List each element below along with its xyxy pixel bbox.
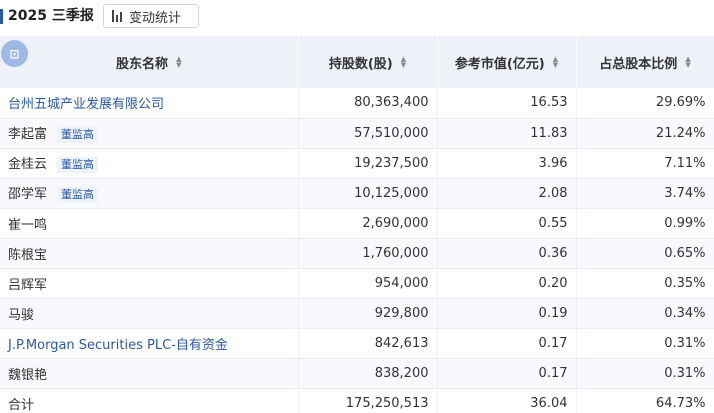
shares-cell: 842,613 (298, 328, 438, 359)
shareholder-link[interactable]: J.P.Morgan Securities PLC-自有资金 (8, 338, 228, 353)
shareholder-name: 邵学军 (8, 187, 48, 203)
column-header-name[interactable]: 股东名称 ▲ ▼ (0, 36, 299, 88)
column-header-shares[interactable]: 持股数(股) ▲ ▼ (298, 36, 438, 88)
column-header-market-value[interactable]: 参考市值(亿元) ▲ ▼ (437, 36, 577, 88)
market-value-cell: 0.36 (437, 238, 577, 269)
table-row: 陈根宝 1,760,000 0.36 0.65% (0, 238, 714, 269)
shareholder-name: 马骏 (8, 307, 35, 323)
market-value-cell: 0.19 (437, 298, 577, 329)
shareholder-name-cell: 崔一鸣 (0, 208, 299, 239)
ratio-cell: 64.73% (576, 388, 714, 413)
market-value-cell: 11.83 (437, 118, 577, 149)
shareholder-name-cell: 台州五城产业发展有限公司 (0, 88, 299, 119)
table-row: 合计 175,250,513 36.04 64.73% (0, 388, 714, 413)
ratio-cell: 0.35% (576, 268, 714, 299)
market-value-cell: 3.96 (437, 148, 577, 179)
change-stats-label: 变动统计 (129, 10, 182, 26)
ratio-cell: 0.31% (576, 328, 714, 359)
market-value-cell: 36.04 (437, 388, 577, 413)
shares-cell: 2,690,000 (298, 208, 438, 239)
market-value-cell: 0.17 (437, 328, 577, 359)
ratio-cell: 3.74% (576, 178, 714, 209)
sort-icon[interactable]: ▲ ▼ (685, 56, 690, 69)
ratio-cell: 7.11% (576, 148, 714, 179)
table-header-row: 股东名称 ▲ ▼ 持股数(股) ▲ ▼ 参考市值(亿元) ▲ ▼ 占总股本比例 ▲ ▼ (0, 36, 714, 88)
market-value-cell: 16.53 (437, 88, 577, 119)
bar-chart-icon (112, 10, 124, 22)
shareholder-name-cell: 魏银艳 (0, 358, 299, 389)
shares-cell: 57,510,000 (298, 118, 438, 149)
shareholder-name: 崔一鸣 (8, 217, 48, 233)
market-value-cell: 0.17 (437, 358, 577, 389)
role-badge: 董监高 (57, 126, 99, 143)
shareholder-name-cell: 合计 (0, 388, 299, 413)
shareholder-name: 陈根宝 (8, 247, 48, 263)
table-row: 李起富 董监高 57,510,000 11.83 21.24% (0, 118, 714, 149)
panel-title: 2025 三季报 (8, 8, 94, 24)
table-body: 台州五城产业发展有限公司 80,363,400 16.53 29.69% 李起富 董监高 5… (0, 88, 714, 413)
table-row: J.P.Morgan Securities PLC-自有资金 842,613 0.1… (0, 328, 714, 359)
sort-icon[interactable]: ▲ ▼ (553, 56, 558, 69)
shares-cell: 175,250,513 (298, 388, 438, 413)
shareholder-name-cell: 邵学军 董监高 (0, 178, 299, 209)
shares-cell: 10,125,000 (298, 178, 438, 209)
shareholder-name-cell: J.P.Morgan Securities PLC-自有资金 (0, 328, 299, 359)
change-stats-button[interactable]: 变动统计 (103, 4, 199, 28)
shareholders-table: 股东名称 ▲ ▼ 持股数(股) ▲ ▼ 参考市值(亿元) ▲ ▼ 占总股本比例 ▲ ▼ 台州五城… (0, 36, 714, 413)
shareholders-panel: 2025 三季报 变动统计 股东名称 ▲ ▼ 持股数(股) ▲ ▼ 参考市值(亿元) ▲ ▼ (0, 0, 714, 413)
market-value-cell: 0.20 (437, 268, 577, 299)
table-row: 魏银艳 838,200 0.17 0.31% (0, 358, 714, 389)
table-row: 崔一鸣 2,690,000 0.55 0.99% (0, 208, 714, 239)
shares-cell: 1,760,000 (298, 238, 438, 269)
ratio-cell: 0.34% (576, 298, 714, 329)
table-row: 金桂云 董监高 19,237,500 3.96 7.11% (0, 148, 714, 179)
panel-header: 2025 三季报 变动统计 (0, 0, 714, 34)
shareholder-name-cell: 马骏 (0, 298, 299, 329)
shareholder-link[interactable]: 台州五城产业发展有限公司 (8, 97, 164, 112)
shareholder-name-cell: 金桂云 董监高 (0, 148, 299, 179)
title-accent-bar (0, 9, 3, 24)
sort-icon[interactable]: ▲ ▼ (176, 56, 181, 69)
shareholder-name: 金桂云 (8, 157, 48, 173)
market-value-cell: 0.55 (437, 208, 577, 239)
shareholder-name: 吕辉军 (8, 277, 48, 293)
shareholder-name-cell: 陈根宝 (0, 238, 299, 269)
table-row: 吕辉军 954,000 0.20 0.35% (0, 268, 714, 299)
shareholder-name: 魏银艳 (8, 367, 48, 383)
market-value-cell: 2.08 (437, 178, 577, 209)
floating-search-button[interactable]: ⊡ (1, 40, 28, 67)
shareholder-name: 合计 (8, 397, 35, 413)
ratio-cell: 0.31% (576, 358, 714, 389)
ratio-cell: 29.69% (576, 88, 714, 119)
ratio-cell: 0.99% (576, 208, 714, 239)
ratio-cell: 21.24% (576, 118, 714, 149)
ratio-cell: 0.65% (576, 238, 714, 269)
shares-cell: 80,363,400 (298, 88, 438, 119)
table-row: 邵学军 董监高 10,125,000 2.08 3.74% (0, 178, 714, 209)
role-badge: 董监高 (57, 156, 99, 173)
role-badge: 董监高 (57, 186, 99, 203)
shares-cell: 929,800 (298, 298, 438, 329)
shareholder-name: 李起富 (8, 127, 48, 143)
shareholder-name-cell: 吕辉军 (0, 268, 299, 299)
shareholder-name-cell: 李起富 董监高 (0, 118, 299, 149)
shares-cell: 954,000 (298, 268, 438, 299)
sort-icon[interactable]: ▲ ▼ (401, 56, 406, 69)
search-icon: ⊡ (9, 46, 20, 61)
shares-cell: 19,237,500 (298, 148, 438, 179)
shares-cell: 838,200 (298, 358, 438, 389)
column-header-ratio[interactable]: 占总股本比例 ▲ ▼ (576, 36, 714, 88)
table-row: 台州五城产业发展有限公司 80,363,400 16.53 29.69% (0, 88, 714, 119)
table-row: 马骏 929,800 0.19 0.34% (0, 298, 714, 329)
